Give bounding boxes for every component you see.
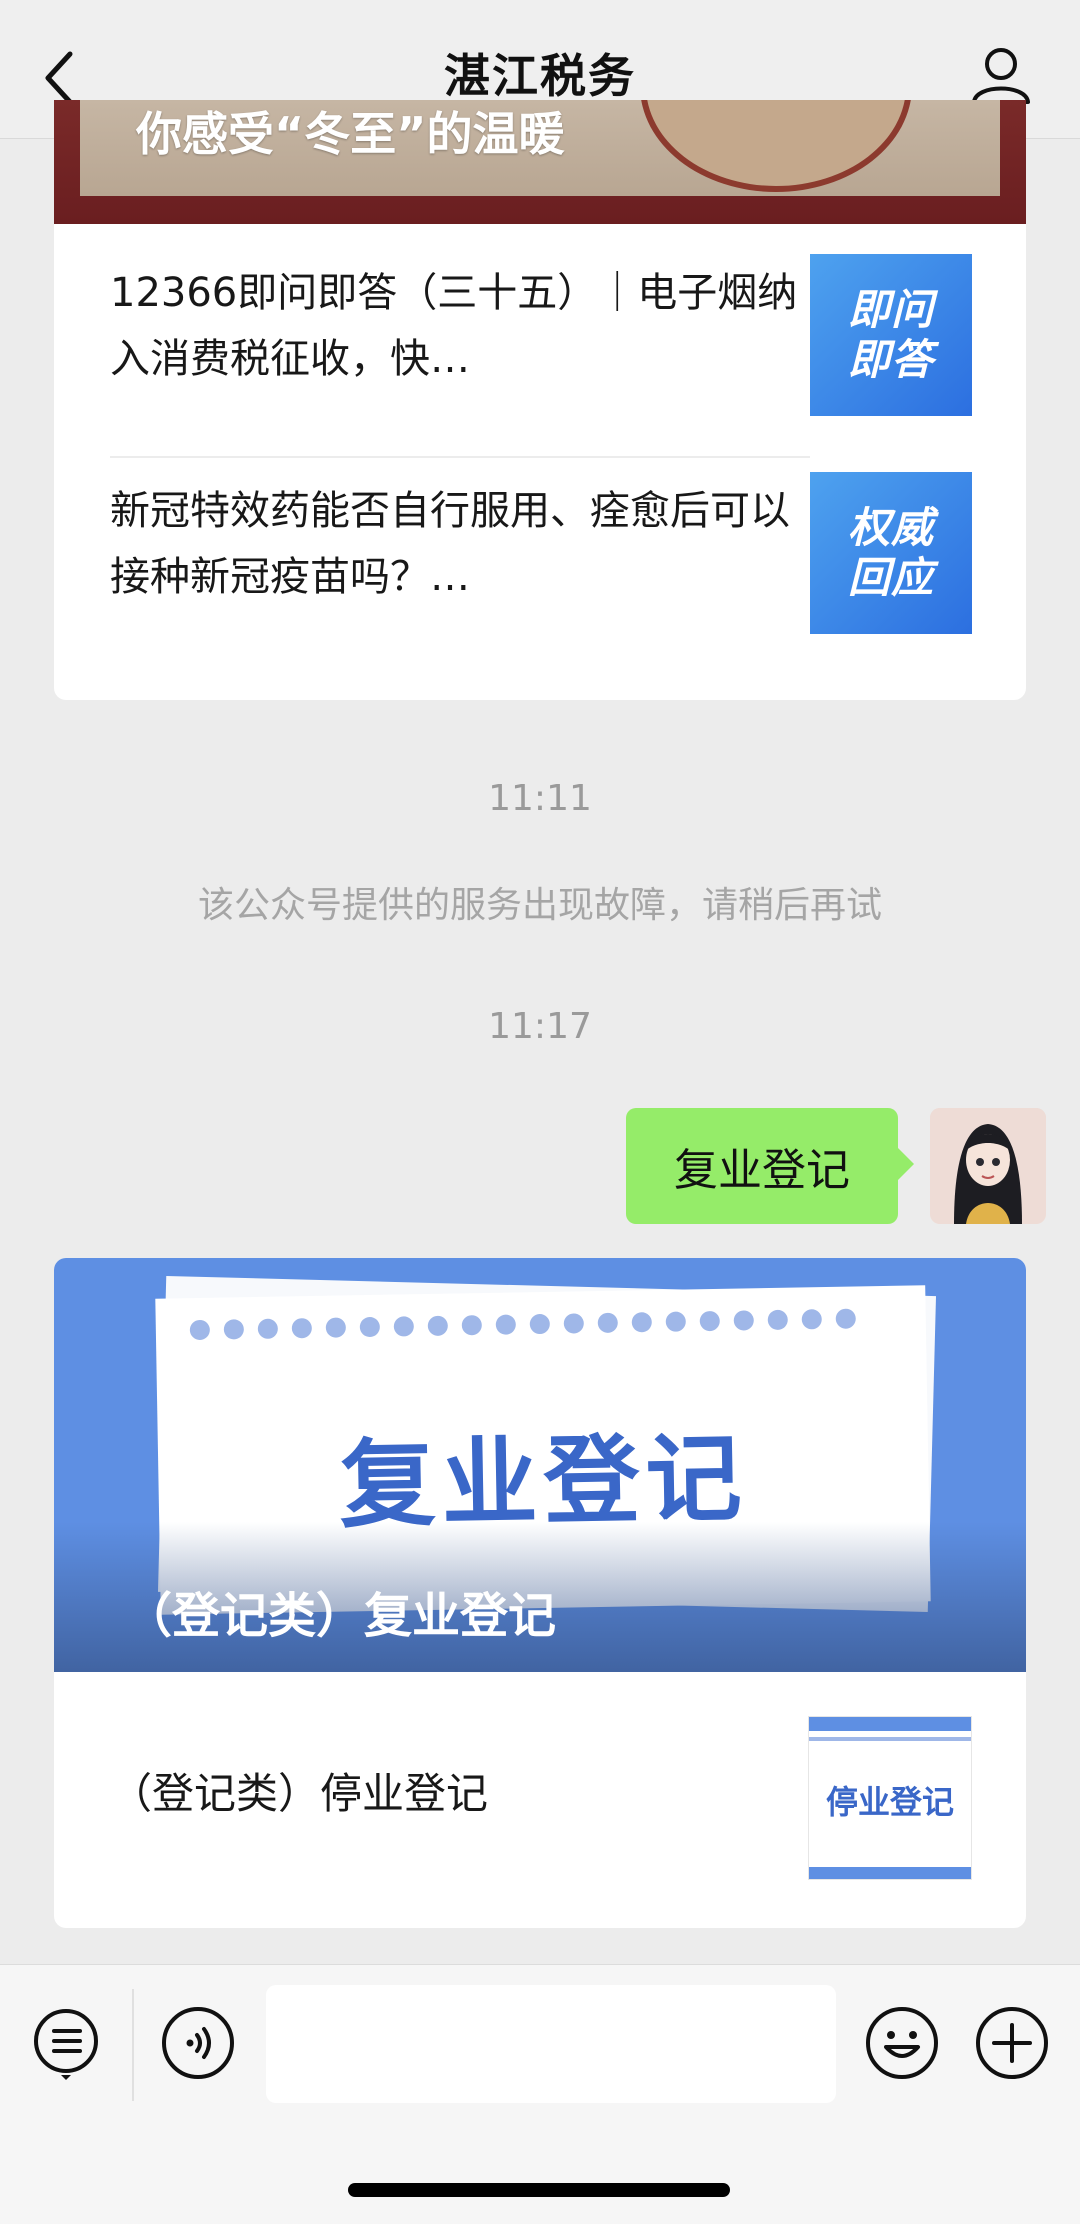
article-thumbnail: 停业登记 (808, 1716, 972, 1880)
avatar[interactable] (930, 1108, 1046, 1224)
reply-banner[interactable]: 复业登记 （登记类）复业登记 (54, 1258, 1026, 1672)
article-list-item[interactable]: 新冠特效药能否自行服用、痊愈后可以接种新冠疫苗吗？… 权威回应 (110, 438, 972, 634)
home-indicator[interactable] (348, 2183, 730, 2197)
article-banner[interactable]: 你感受“冬至”的温暖 (54, 100, 1026, 224)
article-card: 你感受“冬至”的温暖 12366即问即答（三十五）｜电子烟纳入消费税征收，快… … (54, 100, 1026, 700)
timestamp: 11:17 (488, 1006, 592, 1047)
menu-list-icon[interactable] (28, 2005, 104, 2081)
article-thumbnail: 即问即答 (810, 254, 972, 416)
banner-text: 你感受“冬至”的温暖 (136, 107, 565, 161)
thumb-label: 停业登记 (825, 1783, 954, 1821)
thumb-label: 权威回应 (847, 503, 934, 602)
sent-message-bubble[interactable]: 复业登记 (626, 1108, 914, 1224)
thumb-label: 即问即答 (847, 285, 934, 384)
article-thumbnail: 权威回应 (810, 472, 972, 634)
voice-icon[interactable] (160, 2005, 236, 2081)
article-list-item[interactable]: （登记类）停业登记 停业登记 (110, 1672, 972, 1880)
article-title: 新冠特效药能否自行服用、痊愈后可以接种新冠疫苗吗？… (110, 488, 790, 600)
article-title: （登记类）停业登记 (110, 1769, 489, 1818)
system-notice: 该公众号提供的服务出现故障，请稍后再试 (197, 885, 882, 926)
emoji-icon[interactable] (864, 2005, 940, 2081)
reply-article-card: 复业登记 （登记类）复业登记 （登记类）停业登记 停业登记 (54, 1258, 1026, 1928)
article-list-item[interactable]: 12366即问即答（三十五）｜电子烟纳入消费税征收，快… 即问即答 (110, 220, 972, 416)
banner-caption: （登记类）复业登记 (124, 1588, 557, 1644)
avatar-illustration (930, 1108, 1046, 1224)
decorative-seal (640, 100, 912, 192)
page-title: 湛江税务 (444, 49, 636, 103)
timestamp: 11:11 (488, 778, 592, 819)
divider (132, 1989, 134, 2101)
plus-icon[interactable] (974, 2005, 1050, 2081)
user-icon[interactable] (970, 44, 1032, 106)
notepad-holes (189, 1308, 906, 1342)
message-input[interactable] (266, 1985, 836, 2103)
article-title: 12366即问即答（三十五）｜电子烟纳入消费税征收，快… (110, 270, 798, 382)
